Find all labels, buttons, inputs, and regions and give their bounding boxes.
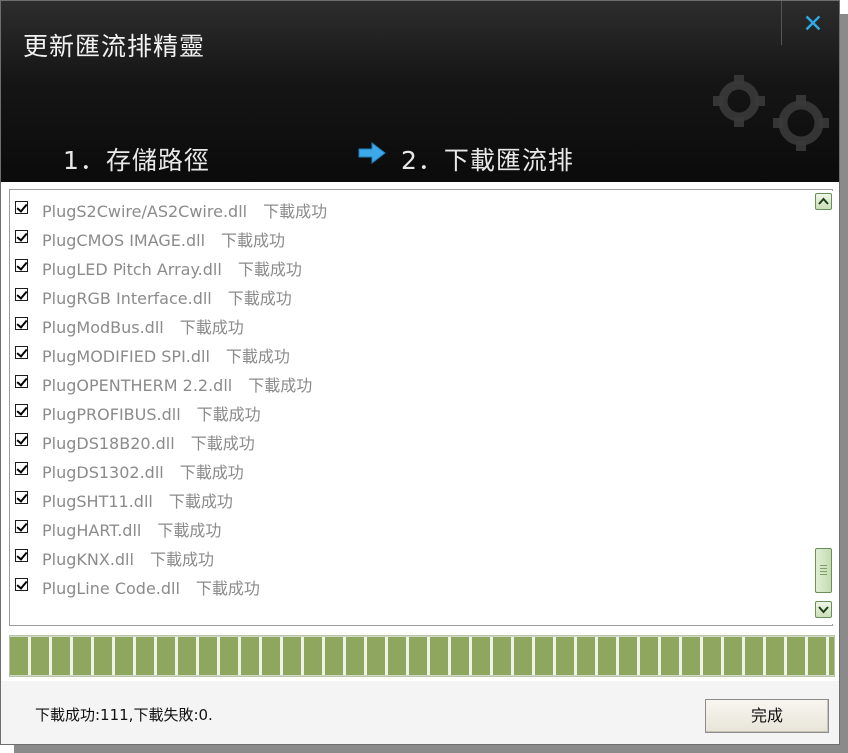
status-text: 下載成功	[179, 318, 244, 337]
file-name: PlugOPENTHERM 2.2.dll	[42, 376, 233, 395]
list-item-text: PlugMODIFIED SPI.dll 下載成功	[42, 343, 290, 367]
list-item-text: PlugS2Cwire/AS2Cwire.dll 下載成功	[42, 198, 327, 222]
file-name: PlugRGB Interface.dll	[42, 289, 212, 308]
list-item-text: PlugLine Code.dll 下載成功	[42, 575, 260, 599]
status-text: 下載成功	[190, 434, 255, 453]
file-name: PlugKNX.dll	[42, 550, 134, 569]
status-text: 下載成功	[149, 550, 214, 569]
grip-line	[820, 571, 827, 572]
list-item-text: PlugOPENTHERM 2.2.dll 下載成功	[42, 372, 312, 396]
scroll-thumb[interactable]	[815, 548, 832, 593]
list-item-text: PlugDS1302.dll 下載成功	[42, 459, 244, 483]
step-1-label: 1．存儲路徑	[63, 146, 210, 175]
status-text: 下載成功	[157, 521, 222, 540]
list-item-text: PlugModBus.dll 下載成功	[42, 314, 244, 338]
checkbox-checked-icon[interactable]	[15, 317, 28, 330]
checkbox-checked-icon[interactable]	[15, 433, 28, 446]
file-name: PlugLED Pitch Array.dll	[42, 260, 222, 279]
checkbox-checked-icon[interactable]	[15, 375, 28, 388]
status-text: 下載成功	[263, 202, 328, 221]
update-bus-wizard-window: 更新匯流排精靈 ✕ 1．存儲路徑 2．下載匯流排 PlugS2Cwire/AS2…	[0, 0, 840, 745]
checkbox-checked-icon[interactable]	[15, 201, 28, 214]
done-button[interactable]: 完成	[705, 699, 829, 733]
file-name: PlugDS1302.dll	[42, 463, 164, 482]
wizard-header: 更新匯流排精靈 ✕ 1．存儲路徑 2．下載匯流排	[1, 1, 839, 182]
status-text: 下載成功	[168, 492, 233, 511]
checkbox-checked-icon[interactable]	[15, 491, 28, 504]
checkbox-checked-icon[interactable]	[15, 578, 28, 591]
list-item-text: PlugDS18B20.dll 下載成功	[42, 430, 255, 454]
status-text: 下載成功	[248, 376, 313, 395]
checkbox-checked-icon[interactable]	[15, 520, 28, 533]
vertical-scrollbar[interactable]	[814, 191, 833, 624]
grip-line	[820, 574, 827, 575]
file-name: PlugPROFIBUS.dll	[42, 405, 181, 424]
list-item-text: PlugHART.dll 下載成功	[42, 517, 221, 541]
scroll-up-button[interactable]	[815, 193, 832, 210]
status-text: 下載成功	[221, 231, 286, 250]
download-progress-bar	[9, 635, 835, 677]
file-name: PlugHART.dll	[42, 521, 142, 540]
close-separator	[781, 1, 782, 45]
list-item-text: PlugLED Pitch Array.dll 下載成功	[42, 256, 302, 280]
download-list-box: PlugS2Cwire/AS2Cwire.dll 下載成功 PlugCMOS IM…	[9, 189, 833, 626]
status-text: 下載成功	[237, 260, 302, 279]
list-item-text: PlugRGB Interface.dll 下載成功	[42, 285, 292, 309]
file-name: PlugMODIFIED SPI.dll	[42, 347, 210, 366]
list-item-text: PlugCMOS IMAGE.dll 下載成功	[42, 227, 285, 251]
list-item-text: PlugPROFIBUS.dll 下載成功	[42, 401, 261, 425]
close-button[interactable]: ✕	[791, 7, 835, 41]
scroll-down-icon	[818, 606, 829, 614]
checkbox-checked-icon[interactable]	[15, 462, 28, 475]
file-name: PlugModBus.dll	[42, 318, 164, 337]
list-item-text: PlugSHT11.dll 下載成功	[42, 488, 233, 512]
status-text: 下載成功	[196, 405, 261, 424]
file-name: PlugS2Cwire/AS2Cwire.dll	[42, 202, 248, 221]
progress-fill	[10, 637, 834, 675]
file-name: PlugSHT11.dll	[42, 492, 153, 511]
scroll-up-icon	[818, 197, 829, 205]
wizard-footer: 下載成功:111,下載失敗:0. 完成	[1, 681, 839, 744]
checkbox-checked-icon[interactable]	[15, 288, 28, 301]
close-icon: ✕	[802, 9, 824, 38]
step-2-label: 2．下載匯流排	[401, 146, 574, 175]
window-title: 更新匯流排精靈	[23, 32, 206, 61]
file-name: PlugCMOS IMAGE.dll	[42, 231, 206, 250]
status-text: 下載成功	[225, 347, 290, 366]
status-text: 下載成功	[179, 463, 244, 482]
checkbox-checked-icon[interactable]	[15, 549, 28, 562]
list-item-text: PlugKNX.dll 下載成功	[42, 546, 214, 570]
download-summary: 下載成功:111,下載失敗:0.	[35, 706, 213, 724]
gears-icon	[713, 75, 829, 151]
file-name: PlugLine Code.dll	[42, 579, 180, 598]
status-text: 下載成功	[195, 579, 260, 598]
checkbox-checked-icon[interactable]	[15, 346, 28, 359]
grip-line	[820, 565, 827, 566]
arrow-right-icon	[358, 142, 386, 164]
checkbox-checked-icon[interactable]	[15, 259, 28, 272]
grip-line	[820, 568, 827, 569]
scroll-down-button[interactable]	[815, 601, 832, 618]
file-name: PlugDS18B20.dll	[42, 434, 175, 453]
status-text: 下載成功	[227, 289, 292, 308]
checkbox-checked-icon[interactable]	[15, 404, 28, 417]
download-list[interactable]: PlugS2Cwire/AS2Cwire.dll 下載成功 PlugCMOS IM…	[10, 190, 810, 625]
checkbox-checked-icon[interactable]	[15, 230, 28, 243]
